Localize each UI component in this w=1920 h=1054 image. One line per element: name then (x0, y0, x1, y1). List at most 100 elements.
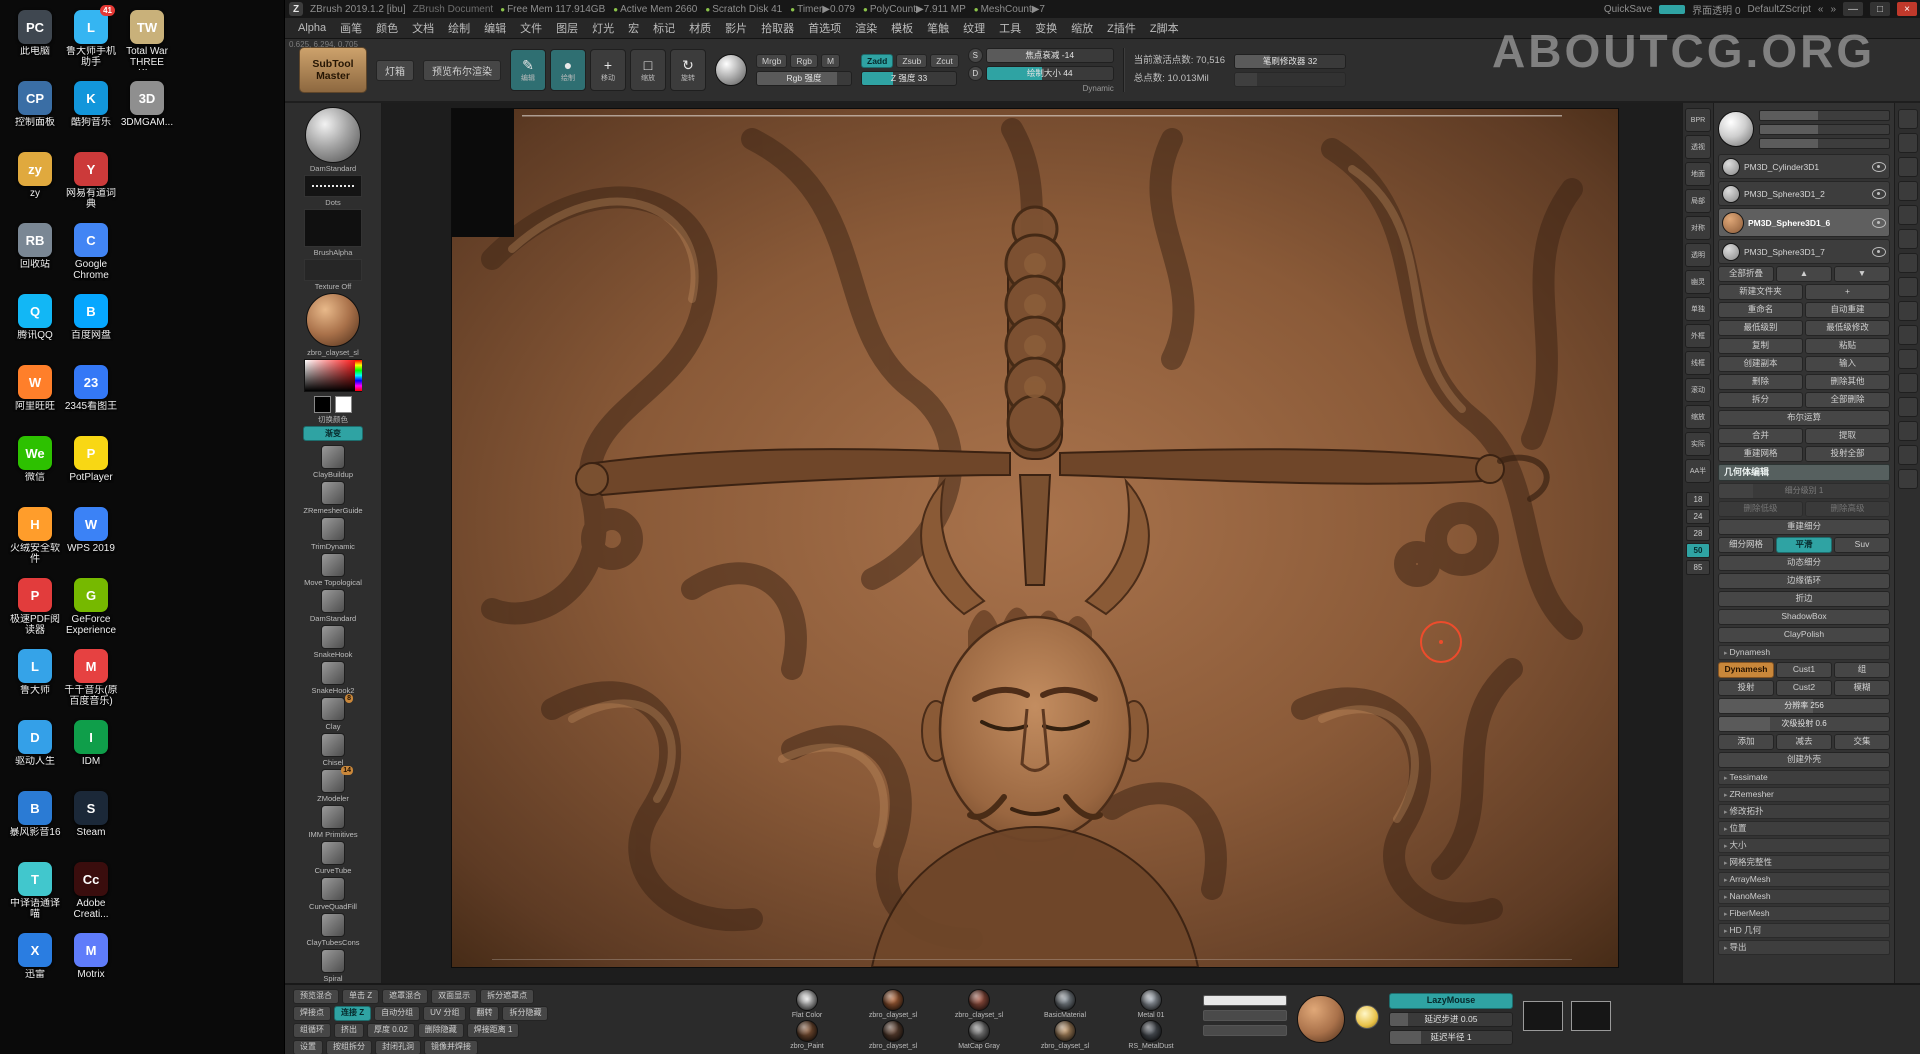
desktop-icon[interactable]: W阿里旺旺 (8, 365, 62, 412)
section-header[interactable]: NanoMesh (1718, 889, 1890, 904)
panel-button[interactable]: Suv (1834, 537, 1890, 553)
desktop-icon[interactable]: H火绒安全软件 (8, 507, 62, 565)
current-tool-thumb[interactable] (1718, 111, 1754, 147)
rightshelf-button[interactable]: 单独 (1685, 297, 1711, 321)
move-mode-button[interactable]: +移动 (590, 49, 626, 91)
tray-button[interactable]: 焊接距离 1 (467, 1023, 520, 1038)
stroke-circle-icon[interactable]: S (968, 48, 983, 63)
panel-button[interactable]: 添加 (1718, 734, 1774, 750)
section-header[interactable]: ZRemesher (1718, 787, 1890, 802)
rotate-mode-button[interactable]: ↻旋转 (670, 49, 706, 91)
material-swatch[interactable]: Flat Color (765, 989, 849, 1019)
mini-slider[interactable] (1759, 110, 1890, 121)
material-swatch[interactable]: MatCap Gray (937, 1020, 1021, 1050)
subtool-item[interactable]: PM3D_Sphere3D1_7 (1718, 239, 1890, 264)
panel-button[interactable]: 布尔运算 (1718, 410, 1890, 426)
menu-item[interactable]: 影片 (718, 20, 754, 36)
desktop-icon[interactable]: K酷狗音乐 (64, 81, 118, 128)
subtool-item[interactable]: PM3D_Cylinder3D1 (1718, 154, 1890, 179)
panel-button[interactable]: 组 (1834, 662, 1890, 678)
section-header[interactable]: FiberMesh (1718, 906, 1890, 921)
tray-button[interactable]: 挤出 (334, 1023, 364, 1038)
material-swatch[interactable]: zbro_clayset_sl (937, 989, 1021, 1019)
draw-mode-button[interactable]: ●绘制 (550, 49, 586, 91)
menu-item[interactable]: 文件 (513, 20, 549, 36)
paint-mode-mrgb-button[interactable]: Mrgb (756, 54, 787, 68)
panel-button[interactable]: 投射全部 (1805, 446, 1890, 462)
size-preset-button[interactable]: 50 (1686, 543, 1710, 558)
panel-button[interactable]: 提取 (1805, 428, 1890, 444)
rightshelf-button[interactable]: 地面 (1685, 162, 1711, 186)
menu-item[interactable]: 渲染 (848, 20, 884, 36)
panel-button[interactable]: Dynamesh (1718, 662, 1774, 678)
tray-button[interactable]: 删除隐藏 (418, 1023, 464, 1038)
material-swatch[interactable]: Metal 01 (1109, 989, 1193, 1019)
rightshelf-button[interactable]: 外框 (1685, 324, 1711, 348)
menu-item[interactable]: 绘制 (441, 20, 477, 36)
desktop-icon[interactable]: T中译语通译喵 (8, 862, 62, 920)
desktop-icon[interactable]: D驱动人生 (8, 720, 62, 767)
desktop-icon[interactable]: TWTotal War THREE KI... (120, 10, 174, 70)
panel-button[interactable]: ▼ (1834, 266, 1890, 282)
section-header[interactable]: HD 几何 (1718, 923, 1890, 938)
desktop-icon[interactable]: SSteam (64, 791, 118, 838)
panel-button[interactable]: 重命名 (1718, 302, 1803, 318)
brush-item[interactable]: ZRemesherGuide (289, 481, 377, 515)
texture-thumb[interactable] (304, 259, 362, 281)
menu-item[interactable]: 灯光 (585, 20, 621, 36)
brush-item[interactable]: SnakeHook2 (289, 661, 377, 695)
mini-slider[interactable] (1759, 124, 1890, 135)
menu-item[interactable]: 笔触 (920, 20, 956, 36)
subtool-item[interactable]: PM3D_Sphere3D1_2 (1718, 181, 1890, 206)
rightshelf-button[interactable]: 透明 (1685, 243, 1711, 267)
lazy-step-slider[interactable]: 延迟步进 0.05 (1389, 1012, 1513, 1027)
palette-dock-icon[interactable] (1898, 469, 1918, 489)
desktop-icon[interactable]: 232345看图王 (64, 365, 118, 412)
tray-button[interactable]: 拆分隐藏 (502, 1006, 548, 1021)
panel-button[interactable]: Cust1 (1776, 662, 1832, 678)
menu-item[interactable]: 拾取器 (754, 20, 801, 36)
desktop-icon[interactable]: 3D3DMGAM... (120, 81, 174, 128)
panel-button[interactable]: 最低级修改 (1805, 320, 1890, 336)
desktop-icon[interactable]: We微信 (8, 436, 62, 483)
scale-mode-button[interactable]: □缩放 (630, 49, 666, 91)
tray-button[interactable]: 厚度 0.02 (367, 1023, 415, 1038)
palette-dock-icon[interactable] (1898, 373, 1918, 393)
palette-dock-icon[interactable] (1898, 229, 1918, 249)
panel-button[interactable]: 删除 (1718, 374, 1803, 390)
brush-item[interactable]: TrimDynamic (289, 517, 377, 551)
brush-item[interactable]: ClayTubesCons (289, 913, 377, 947)
panel-button[interactable]: 平滑 (1776, 537, 1832, 553)
material-swatch[interactable]: zbro_clayset_sl (851, 1020, 935, 1050)
panel-button[interactable]: 全部折叠 (1718, 266, 1774, 282)
material-swatch[interactable]: zbro_clayset_sl (1023, 1020, 1107, 1050)
menu-item[interactable]: 纹理 (956, 20, 992, 36)
brush-item[interactable]: Spiral (289, 949, 377, 983)
brush-modifier-slider[interactable]: 笔刷修改器 32 (1234, 54, 1346, 69)
gradient-button[interactable]: 渐变 (303, 426, 363, 441)
desktop-icon[interactable]: IIDM (64, 720, 118, 767)
lazy-radius-slider[interactable]: 延迟半径 1 (1389, 1030, 1513, 1045)
history-back-icon[interactable]: « (1818, 4, 1824, 15)
zscript-label[interactable]: DefaultZScript (1748, 4, 1811, 15)
palette-dock-icon[interactable] (1898, 325, 1918, 345)
panel-button[interactable]: 重建细分 (1718, 519, 1890, 535)
tray-button[interactable]: UV 分组 (423, 1006, 466, 1021)
menu-item[interactable]: 变换 (1028, 20, 1064, 36)
menu-item[interactable]: 编辑 (477, 20, 513, 36)
brush-item[interactable]: CurveQuadFill (289, 877, 377, 911)
material-swatch[interactable]: zbro_clayset_sl (851, 989, 935, 1019)
tray-button[interactable]: 封闭孔洞 (375, 1040, 421, 1054)
menu-item[interactable]: 首选项 (801, 20, 848, 36)
rightshelf-button[interactable]: 对称 (1685, 216, 1711, 240)
brush-item[interactable]: Move Topological (289, 553, 377, 587)
visibility-eye-icon[interactable] (1872, 162, 1886, 172)
rightshelf-button[interactable]: AA半 (1685, 459, 1711, 483)
brush-item[interactable]: DamStandard (289, 589, 377, 623)
section-header[interactable]: ArrayMesh (1718, 872, 1890, 887)
mini-slider[interactable] (1203, 1025, 1287, 1036)
panel-button[interactable]: 重建网格 (1718, 446, 1803, 462)
alpha-thumb[interactable] (304, 209, 362, 247)
brush-item[interactable]: IMM Primitives (289, 805, 377, 839)
rightshelf-button[interactable]: 滚动 (1685, 378, 1711, 402)
